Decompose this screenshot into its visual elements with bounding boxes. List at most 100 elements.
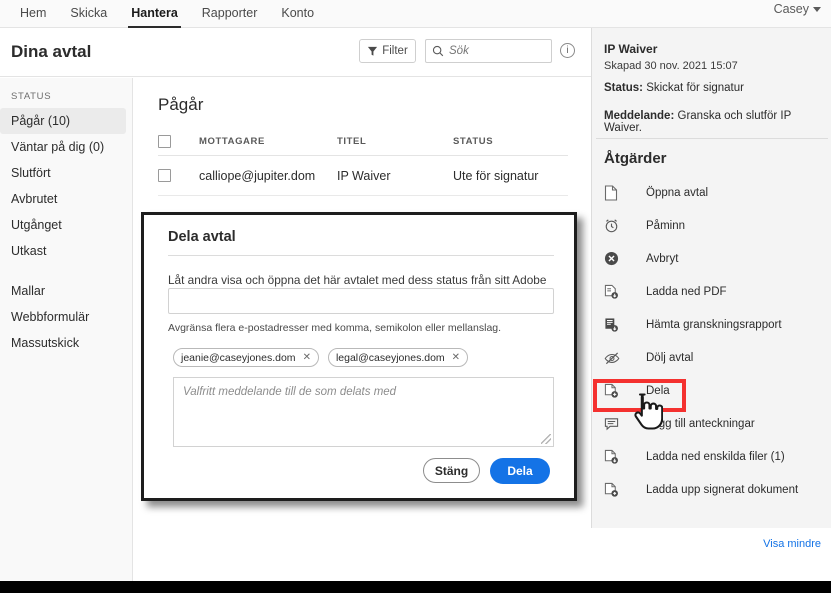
show-less-link[interactable]: Visa mindre	[763, 538, 821, 550]
cancel-circle-icon	[604, 251, 624, 266]
column-header-titel: TITEL	[337, 136, 367, 147]
resize-handle[interactable]	[541, 434, 551, 444]
action-label: Ladda upp signerat dokument	[646, 483, 799, 496]
action-label: Öppna avtal	[646, 186, 709, 199]
dialog-email-hint: Avgränsa flera e-postadresser med komma,…	[168, 322, 502, 334]
nav-tab-hantera[interactable]: Hantera	[119, 1, 190, 28]
search-icon	[432, 45, 444, 57]
sidebar-item-massutskick[interactable]: Massutskick	[0, 330, 126, 356]
action-dela[interactable]: Dela	[592, 374, 831, 407]
actions-heading: Åtgärder	[604, 150, 667, 167]
download-pdf-icon	[604, 284, 624, 300]
action-label: Påminn	[646, 219, 685, 232]
row-checkbox[interactable]	[158, 169, 171, 182]
nav-tab-rapporter[interactable]: Rapporter	[190, 1, 270, 28]
upload-document-icon	[604, 482, 624, 498]
panel-divider	[596, 138, 828, 139]
agreement-created-date: Skapad 30 nov. 2021 15:07	[604, 60, 738, 72]
table-row[interactable]: calliope@jupiter.dom IP Waiver Ute för s…	[158, 156, 568, 196]
left-sidebar: STATUS Pågår (10) Väntar på dig (0) Slut…	[0, 78, 133, 581]
sidebar-group-label: STATUS	[11, 91, 52, 102]
dialog-email-input[interactable]	[168, 288, 554, 314]
recipient-chip[interactable]: jeanie@caseyjones.dom ✕	[173, 348, 319, 367]
action-ladda-ned-pdf[interactable]: Ladda ned PDF	[592, 275, 831, 308]
actions-list: Öppna avtal Påminn Avbryt Ladda ned PDF	[592, 176, 831, 506]
search-box[interactable]	[425, 39, 552, 63]
top-navigation-bar: Hem Skicka Hantera Rapporter Konto Casey	[0, 0, 831, 28]
nav-tab-konto[interactable]: Konto	[269, 1, 326, 28]
action-label: Avbryt	[646, 252, 679, 265]
select-all-checkbox[interactable]	[158, 135, 171, 148]
row-select-cell	[158, 169, 199, 182]
agreement-status-value: Skickat för signatur	[646, 82, 744, 94]
column-header-status: STATUS	[453, 136, 494, 147]
recipient-chips: jeanie@caseyjones.dom ✕ legal@caseyjones…	[173, 348, 469, 367]
column-header-mottagare: MOTTAGARE	[199, 136, 265, 147]
agreements-table: MOTTAGARE TITEL STATUS calliope@jupiter.…	[158, 128, 568, 196]
row-title: IP Waiver	[337, 168, 391, 183]
user-menu[interactable]: Casey	[774, 2, 821, 16]
action-dolj-avtal[interactable]: Dölj avtal	[592, 341, 831, 374]
download-files-icon	[604, 449, 624, 465]
action-hamta-granskningsrapport[interactable]: Hämta granskningsrapport	[592, 308, 831, 341]
dialog-message-placeholder: Valfritt meddelande till de som delats m…	[183, 386, 397, 398]
info-icon[interactable]: i	[560, 43, 575, 58]
sidebar-divider	[0, 264, 132, 278]
agreement-message-label: Meddelande:	[604, 110, 675, 122]
recipient-chip[interactable]: legal@caseyjones.dom ✕	[327, 348, 469, 367]
row-status: Ute för signatur	[453, 168, 539, 183]
filter-button[interactable]: Filter	[359, 39, 416, 63]
agreement-status: Status: Skickat för signatur	[604, 82, 744, 94]
table-header-row: MOTTAGARE TITEL STATUS	[158, 128, 568, 156]
action-ladda-ned-enskilda-filer[interactable]: Ladda ned enskilda filer (1)	[592, 440, 831, 473]
nav-tab-skicka[interactable]: Skicka	[58, 1, 119, 28]
share-agreement-dialog: Dela avtal Låt andra visa och öppna det …	[141, 212, 577, 501]
sidebar-item-mallar[interactable]: Mallar	[0, 278, 126, 304]
agreement-status-label: Status:	[604, 82, 643, 94]
agreement-message: Meddelande: Granska och slutför IP Waive…	[604, 110, 830, 134]
filter-icon	[367, 46, 378, 57]
sidebar-item-slutfort[interactable]: Slutfört	[0, 160, 126, 186]
search-input[interactable]	[449, 45, 544, 57]
filter-button-label: Filter	[382, 45, 408, 57]
close-icon[interactable]: ✕	[303, 352, 311, 363]
sidebar-item-pagar[interactable]: Pågår (10)	[0, 108, 126, 134]
eye-off-icon	[604, 351, 624, 365]
page-title: Dina avtal	[11, 42, 92, 61]
audit-report-icon	[604, 317, 624, 333]
dialog-message-textarea[interactable]: Valfritt meddelande till de som delats m…	[173, 377, 554, 447]
nav-tab-hem[interactable]: Hem	[8, 1, 58, 28]
action-ladda-upp-signerat-dokument[interactable]: Ladda upp signerat dokument	[592, 473, 831, 506]
dialog-share-button[interactable]: Dela	[490, 458, 550, 484]
select-all-cell	[158, 135, 199, 148]
dialog-close-button[interactable]: Stäng	[423, 458, 480, 483]
sidebar-item-avbrutet[interactable]: Avbrutet	[0, 186, 126, 212]
bottom-bar	[0, 581, 831, 593]
sidebar-item-utganget[interactable]: Utgånget	[0, 212, 126, 238]
sidebar-item-vantar-pa-dig[interactable]: Väntar på dig (0)	[0, 134, 126, 160]
action-lagg-till-anteckningar[interactable]: Lägg till anteckningar	[592, 407, 831, 440]
app-root: Hem Skicka Hantera Rapporter Konto Casey…	[0, 0, 831, 593]
action-avbryt[interactable]: Avbryt	[592, 242, 831, 275]
dialog-title: Dela avtal	[168, 229, 236, 245]
agreement-details-panel: IP Waiver Skapad 30 nov. 2021 15:07 Stat…	[591, 28, 831, 550]
section-title: Pågår	[158, 95, 204, 114]
alarm-clock-icon	[604, 218, 624, 233]
close-icon[interactable]: ✕	[452, 352, 460, 363]
recipient-chip-email: legal@caseyjones.dom	[335, 351, 445, 364]
action-label: Ladda ned PDF	[646, 285, 727, 298]
dialog-title-divider	[168, 255, 554, 256]
share-document-icon	[604, 383, 624, 399]
document-icon	[604, 184, 624, 201]
action-paminn[interactable]: Påminn	[592, 209, 831, 242]
action-label: Dela	[646, 384, 670, 397]
nav-tabs: Hem Skicka Hantera Rapporter Konto	[0, 0, 326, 28]
action-label: Ladda ned enskilda filer (1)	[646, 450, 785, 463]
chevron-down-icon	[813, 6, 821, 12]
action-oppna-avtal[interactable]: Öppna avtal	[592, 176, 831, 209]
sidebar-item-utkast[interactable]: Utkast	[0, 238, 126, 264]
row-recipient: calliope@jupiter.dom	[199, 168, 316, 183]
action-label: Lägg till anteckningar	[646, 417, 755, 430]
sidebar-item-webbformular[interactable]: Webbformulär	[0, 304, 126, 330]
user-name: Casey	[773, 2, 809, 16]
